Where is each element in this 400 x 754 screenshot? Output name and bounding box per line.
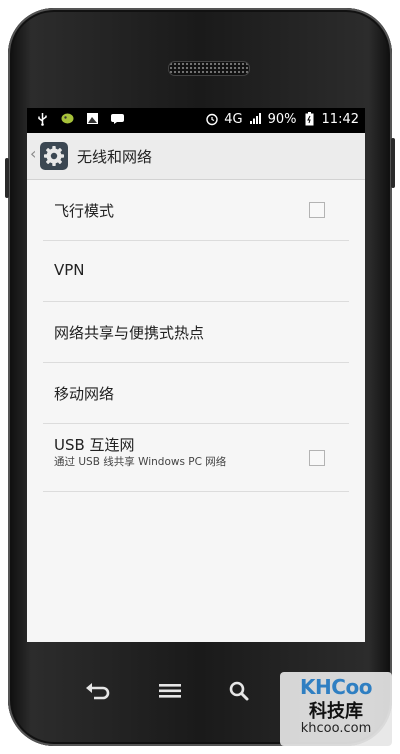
setting-label: USB 互连网 bbox=[54, 436, 135, 454]
app-notification-icon bbox=[60, 112, 75, 127]
status-bar: 4G 90% 11:42 bbox=[27, 108, 365, 133]
setting-airplane-mode[interactable]: 飞行模式 bbox=[43, 180, 349, 241]
network-type: 4G bbox=[224, 112, 243, 127]
chat-notification-icon bbox=[110, 112, 125, 127]
image-notification-icon bbox=[85, 112, 100, 127]
earpiece-speaker bbox=[168, 61, 250, 76]
signal-icon bbox=[248, 112, 263, 127]
search-icon[interactable] bbox=[225, 678, 255, 704]
clock: 11:42 bbox=[321, 112, 359, 127]
battery-icon bbox=[302, 112, 317, 127]
setting-label: VPN bbox=[54, 261, 85, 279]
watermark-brand: KHCoo bbox=[300, 675, 372, 699]
setting-mobile-network[interactable]: 移动网络 bbox=[43, 363, 349, 424]
airplane-mode-checkbox[interactable] bbox=[309, 202, 325, 218]
back-icon[interactable] bbox=[83, 678, 113, 704]
setting-label: 飞行模式 bbox=[54, 202, 115, 220]
menu-icon[interactable] bbox=[155, 678, 185, 704]
usb-icon bbox=[35, 112, 50, 127]
setting-label: 移动网络 bbox=[54, 385, 115, 403]
setting-vpn[interactable]: VPN bbox=[43, 241, 349, 302]
watermark-url: khcoo.com bbox=[300, 721, 372, 736]
watermark-logo: KHCoo 科技库 khcoo.com bbox=[280, 672, 392, 746]
settings-list: 飞行模式 VPN 网络共享与便携式热点 移动网络 USB 互连网 通过 USB … bbox=[27, 180, 365, 492]
status-system: 4G 90% 11:42 bbox=[204, 112, 359, 127]
battery-percent: 90% bbox=[267, 112, 297, 127]
setting-summary: 通过 USB 线共享 Windows PC 网络 bbox=[54, 456, 227, 468]
page-title: 无线和网络 bbox=[77, 148, 153, 166]
setting-usb-tethering[interactable]: USB 互连网 通过 USB 线共享 Windows PC 网络 bbox=[43, 424, 349, 492]
settings-gear-icon[interactable] bbox=[40, 142, 68, 170]
status-notifications bbox=[35, 112, 125, 127]
phone-screen: 4G 90% 11:42 ‹ 无线和网络 飞行模式 VPN 网络共享与便携式热点… bbox=[27, 108, 365, 642]
action-bar: ‹ 无线和网络 bbox=[27, 133, 365, 180]
side-button-right bbox=[391, 138, 395, 188]
setting-tethering-hotspot[interactable]: 网络共享与便携式热点 bbox=[43, 302, 349, 363]
alarm-icon bbox=[204, 112, 219, 127]
watermark-name: 科技库 bbox=[309, 701, 363, 722]
side-button-left bbox=[5, 158, 9, 198]
chevron-left-icon[interactable]: ‹ bbox=[30, 146, 36, 162]
usb-tethering-checkbox[interactable] bbox=[309, 450, 325, 466]
setting-label: 网络共享与便携式热点 bbox=[54, 324, 205, 342]
